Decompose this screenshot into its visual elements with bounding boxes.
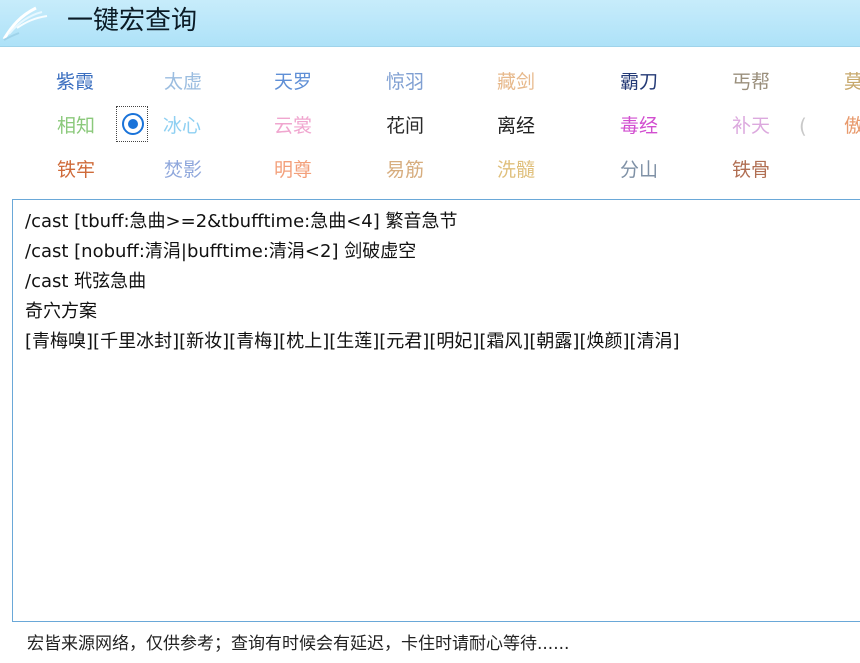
macro-line: /cast [tbuff:急曲>=2&tbufftime:急曲<4] 繁音急节 bbox=[25, 211, 458, 232]
sect-selection-grid: 紫霞 太虚 天罗 惊羽 藏剑 霸刀 丐帮 莫 相知 冰心 云裳 花间 离经 毒经… bbox=[0, 0, 860, 200]
macro-line: /cast 玳弦急曲 bbox=[25, 271, 147, 292]
sect-option-mingzun[interactable]: 明尊 bbox=[274, 158, 312, 182]
sect-option-yunshang[interactable]: 云裳 bbox=[274, 114, 312, 138]
macro-line: [青梅嗅][千里冰封][新妆][青梅][枕上][生莲][元君][明妃][霜风][… bbox=[25, 331, 680, 352]
sect-option-butian[interactable]: 补天 bbox=[732, 114, 770, 138]
macro-text-area[interactable]: /cast [tbuff:急曲>=2&tbufftime:急曲<4] 繁音急节 … bbox=[12, 199, 860, 622]
sect-option-fenshan[interactable]: 分山 bbox=[620, 158, 658, 182]
sect-option-ziqia[interactable]: 紫霞 bbox=[56, 70, 94, 94]
sect-option-badao[interactable]: 霸刀 bbox=[620, 70, 658, 94]
radio-icon bbox=[122, 113, 144, 135]
sect-option-huajian[interactable]: 花间 bbox=[386, 114, 424, 138]
sect-option-cangjian[interactable]: 藏剑 bbox=[497, 70, 535, 94]
sect-option-fenying[interactable]: 焚影 bbox=[164, 158, 202, 182]
partial-radio-icon: ( bbox=[799, 114, 807, 138]
sect-option-lijing[interactable]: 离经 bbox=[497, 114, 535, 138]
sect-option-tielao[interactable]: 铁牢 bbox=[57, 158, 95, 182]
sect-option-ao[interactable]: 傲 bbox=[844, 114, 860, 138]
radio-dot-icon bbox=[128, 119, 138, 129]
sect-option-tianluo[interactable]: 天罗 bbox=[274, 70, 312, 94]
sect-option-taixu[interactable]: 太虚 bbox=[164, 70, 202, 94]
macro-line: 奇穴方案 bbox=[25, 301, 97, 322]
macro-line: /cast [nobuff:清涓|bufftime:清涓<2] 剑破虚空 bbox=[25, 241, 417, 262]
sect-option-gaibang[interactable]: 丐帮 bbox=[732, 70, 770, 94]
sect-option-bingxin[interactable]: 冰心 bbox=[163, 114, 201, 138]
disclaimer-text: 宏皆来源网络，仅供参考；查询有时候会有延迟，卡住时请耐心等待...... bbox=[27, 634, 570, 654]
sect-option-jingyu[interactable]: 惊羽 bbox=[386, 70, 424, 94]
sect-option-xiangzhi[interactable]: 相知 bbox=[57, 114, 95, 138]
sect-option-yijin[interactable]: 易筋 bbox=[386, 158, 424, 182]
macro-query-window: 一键宏查询 紫霞 太虚 天罗 惊羽 藏剑 霸刀 丐帮 莫 相知 冰心 云裳 花间… bbox=[0, 0, 860, 663]
sect-option-mo[interactable]: 莫 bbox=[844, 70, 860, 94]
sect-option-dujing[interactable]: 毒经 bbox=[620, 114, 658, 138]
selected-sect-radio[interactable] bbox=[116, 106, 148, 142]
sect-option-tiegu[interactable]: 铁骨 bbox=[732, 158, 770, 182]
sect-option-xisui[interactable]: 洗髓 bbox=[497, 158, 535, 182]
